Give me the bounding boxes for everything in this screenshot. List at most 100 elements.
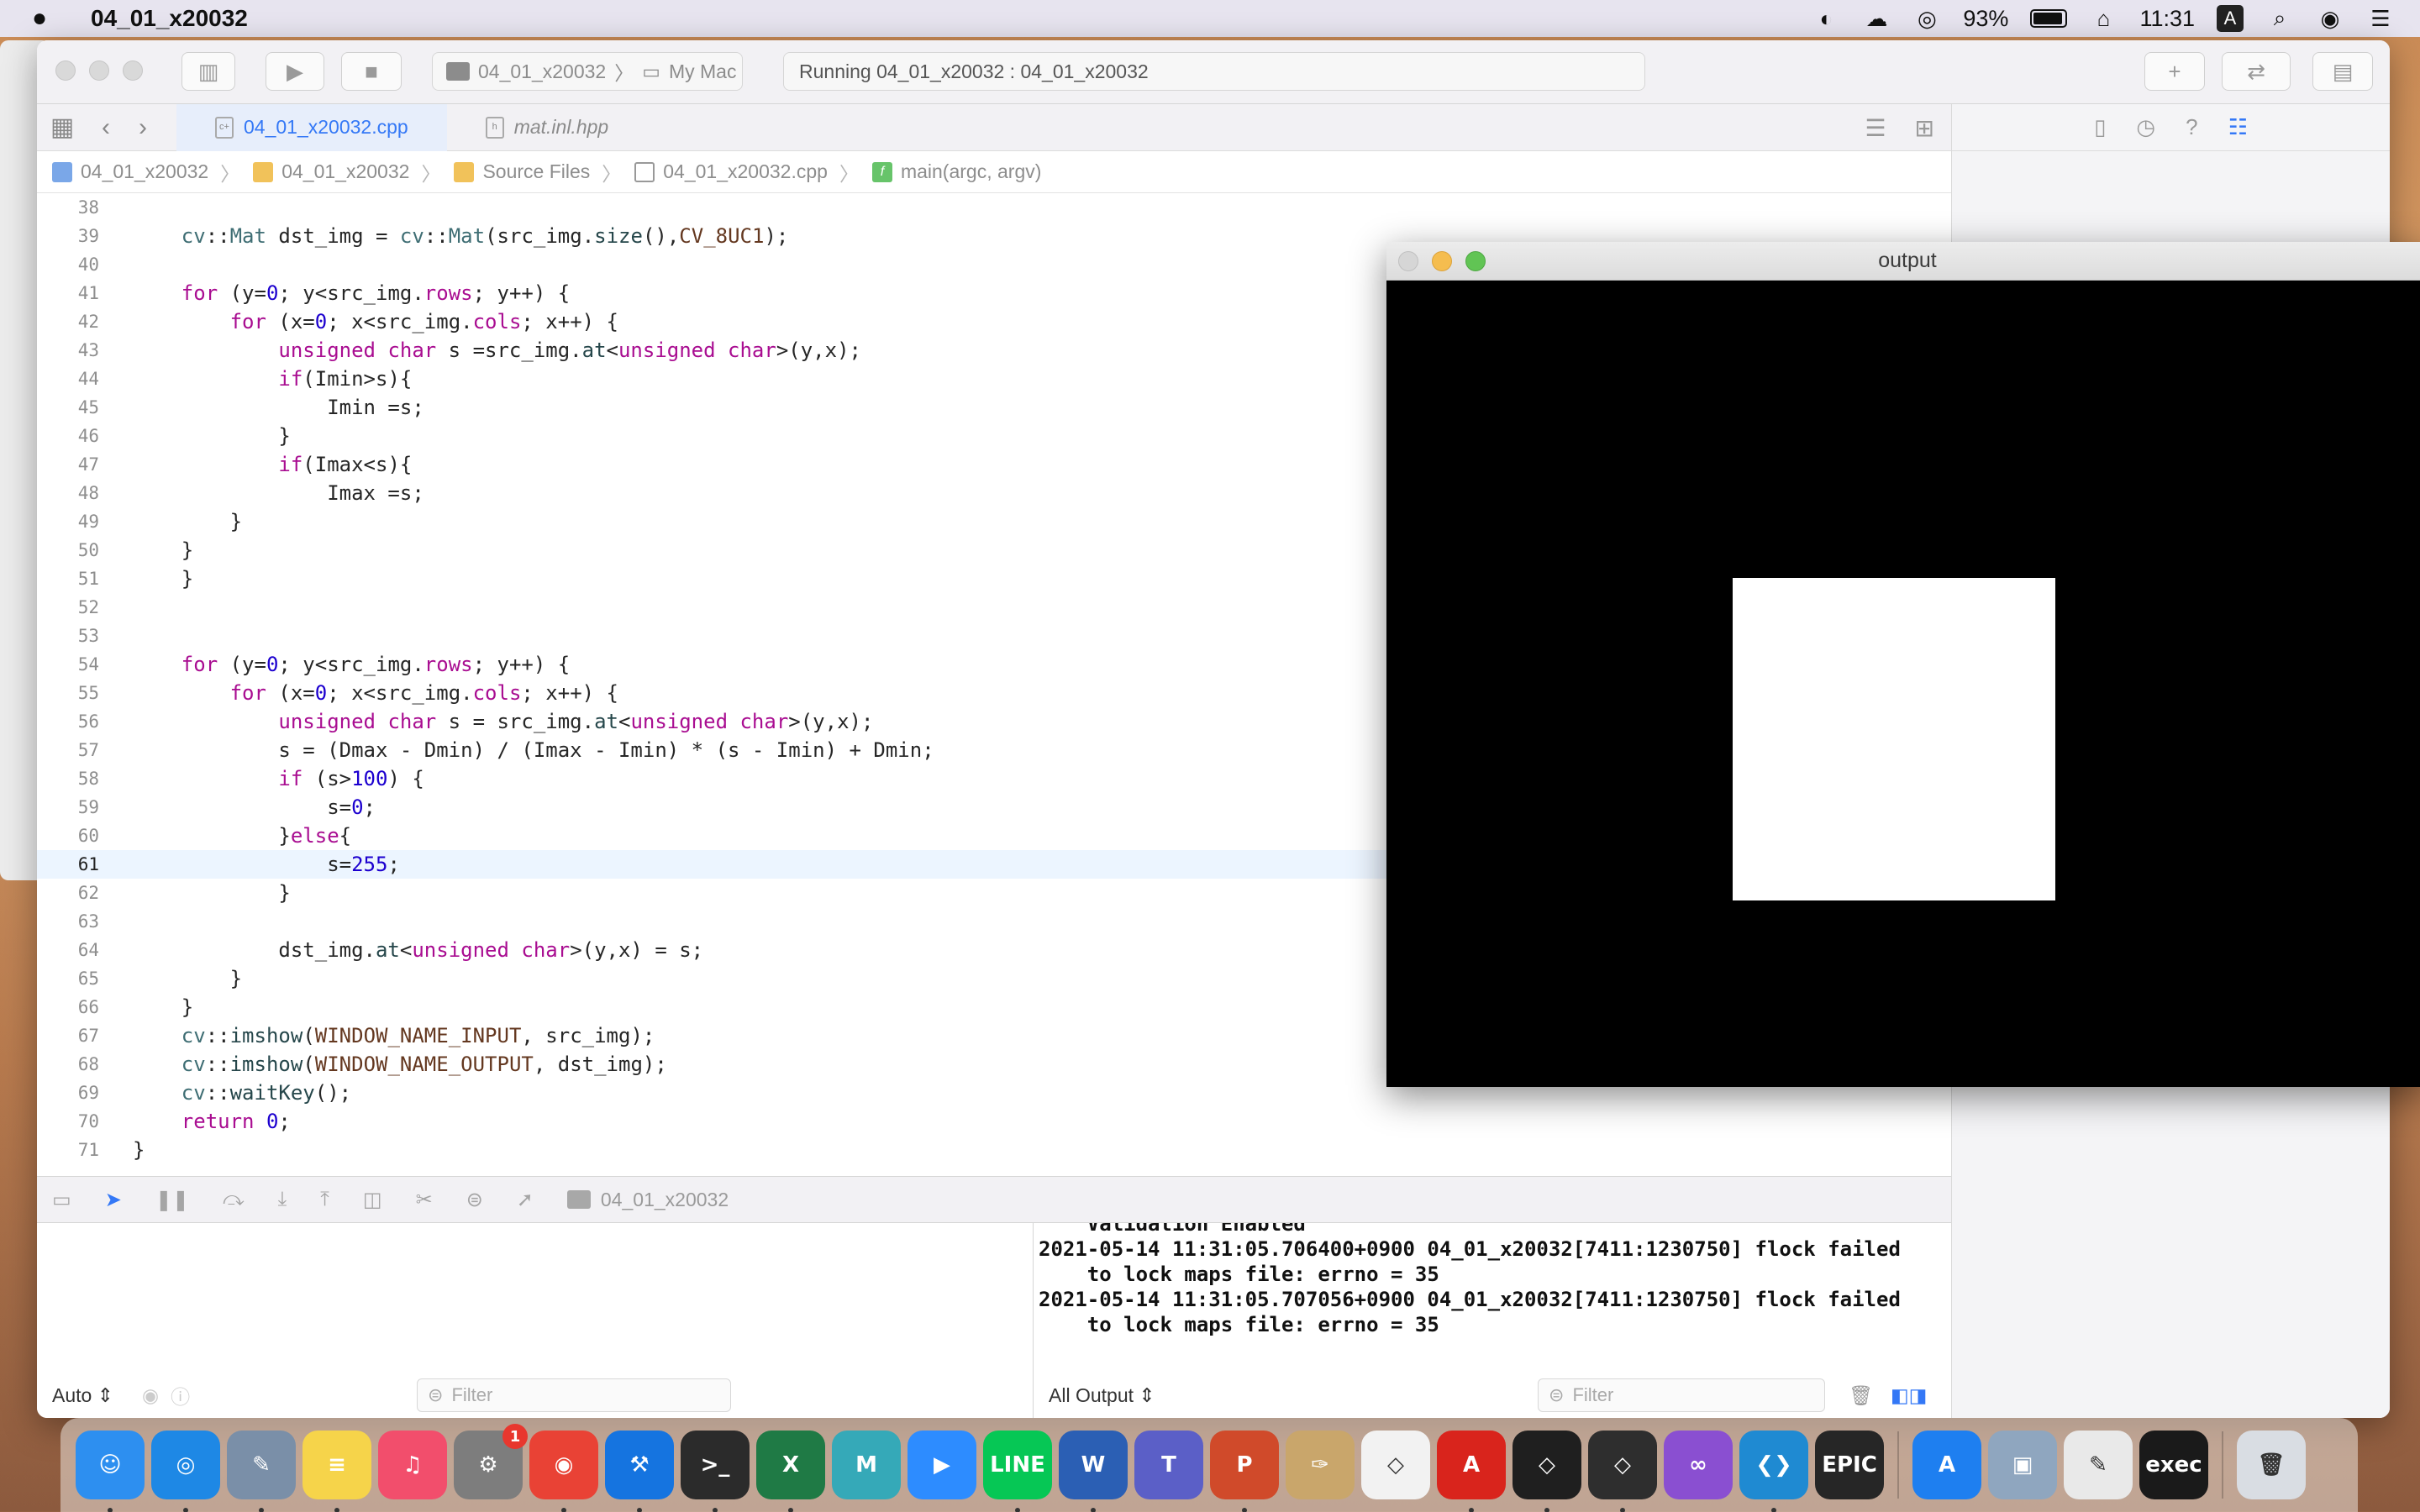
breadcrumb-function[interactable]: f main(argc, argv): [871, 160, 1041, 183]
line-number[interactable]: 42: [37, 307, 99, 336]
tab-mat-inl-hpp[interactable]: h mat.inl.hpp: [447, 104, 648, 151]
step-out-icon[interactable]: ⤒: [320, 1188, 329, 1211]
line-number[interactable]: 51: [37, 564, 99, 593]
history-inspector-icon[interactable]: ◷: [2136, 114, 2155, 140]
console-view[interactable]: Validation Enabled 2021-05-14 11:31:05.7…: [1034, 1223, 1951, 1418]
scheme-selector[interactable]: 04_01_x20032 〉 ▭ My Mac: [432, 52, 743, 91]
clock[interactable]: 11:31: [2139, 6, 2195, 32]
breadcrumb-file[interactable]: 04_01_x20032.cpp 〉: [634, 158, 862, 186]
line-number[interactable]: 47: [37, 450, 99, 479]
code-review-button[interactable]: ⇄: [2222, 52, 2291, 91]
line-number[interactable]: 54: [37, 650, 99, 679]
line-number[interactable]: 48: [37, 479, 99, 507]
inspector-toggle-button[interactable]: ▤: [2312, 52, 2373, 91]
app-store-icon[interactable]: A: [1912, 1431, 1981, 1499]
line-number[interactable]: 66: [37, 993, 99, 1021]
info-icon[interactable]: ⓘ: [171, 1381, 190, 1410]
step-over-icon[interactable]: ⤼: [223, 1188, 245, 1211]
environment-overrides-icon[interactable]: ⊜: [466, 1188, 483, 1212]
trash-icon[interactable]: 🗑: [2237, 1431, 2306, 1499]
line-number[interactable]: 63: [37, 907, 99, 936]
creative-cloud-icon[interactable]: ☁: [1862, 4, 1891, 33]
line-number[interactable]: 39: [37, 222, 99, 250]
system-preferences-icon[interactable]: ⚙ 1: [454, 1424, 528, 1499]
unity-hub-icon[interactable]: ◇: [1361, 1431, 1430, 1499]
breadcrumb-project[interactable]: 04_01_x20032 〉: [52, 158, 243, 186]
safari-icon[interactable]: ◎: [151, 1431, 220, 1512]
zoom-icon[interactable]: ▶: [908, 1431, 976, 1499]
forward-arrow-icon[interactable]: ›: [124, 113, 161, 142]
run-button[interactable]: ▶: [266, 52, 324, 91]
file-inspector-icon[interactable]: ▯: [2094, 114, 2106, 140]
line-number[interactable]: 50: [37, 536, 99, 564]
trash-icon[interactable]: 🗑: [1849, 1384, 1873, 1407]
line-number[interactable]: 55: [37, 679, 99, 707]
preview-icon[interactable]: ✎: [227, 1431, 296, 1512]
line-number[interactable]: 62: [37, 879, 99, 907]
zoom-button[interactable]: [1465, 251, 1486, 271]
minimize-button[interactable]: [89, 60, 109, 81]
variables-filter[interactable]: ⊜ Filter: [417, 1378, 731, 1412]
line-number[interactable]: 65: [37, 964, 99, 993]
spotlight-search-icon[interactable]: ⌕: [2265, 4, 2294, 33]
line-number[interactable]: 40: [37, 250, 99, 279]
line-number[interactable]: 59: [37, 793, 99, 822]
unity-2-icon[interactable]: ◇: [1588, 1431, 1657, 1512]
line-number[interactable]: 57: [37, 736, 99, 764]
word-icon[interactable]: W: [1059, 1431, 1128, 1512]
line-number[interactable]: 64: [37, 936, 99, 964]
input-source-icon[interactable]: A: [2217, 5, 2244, 32]
line-number[interactable]: 53: [37, 622, 99, 650]
line-number[interactable]: 67: [37, 1021, 99, 1050]
line-number[interactable]: 43: [37, 336, 99, 365]
xcode-icon[interactable]: ⚒: [605, 1431, 674, 1512]
line-number[interactable]: 46: [37, 422, 99, 450]
line-number[interactable]: 44: [37, 365, 99, 393]
textedit-icon[interactable]: ✎: [2064, 1431, 2133, 1499]
line-number[interactable]: 70: [37, 1107, 99, 1136]
simulate-location-icon[interactable]: ➚: [517, 1188, 534, 1212]
powerpoint-icon[interactable]: P: [1210, 1431, 1279, 1512]
split-editor-icon[interactable]: ⊞: [1915, 114, 1934, 142]
minimize-button[interactable]: [1432, 251, 1452, 271]
norton-icon[interactable]: ◐: [1812, 4, 1840, 33]
variables-scope-selector[interactable]: Auto ⇕: [52, 1384, 113, 1407]
finder-icon[interactable]: ☺: [76, 1431, 145, 1512]
output-mode-selector[interactable]: All Output ⇕: [1049, 1384, 1155, 1407]
tab-04_01_x20032-cpp[interactable]: c+ 04_01_x20032.cpp: [176, 103, 447, 151]
teams-icon[interactable]: T: [1134, 1431, 1203, 1499]
chrome-icon[interactable]: ◉: [529, 1431, 598, 1512]
line-number[interactable]: 38: [37, 193, 99, 222]
maya-icon[interactable]: M: [832, 1431, 901, 1499]
related-items-icon[interactable]: ▦: [37, 113, 87, 142]
breakpoints-toggle-icon[interactable]: ➤: [105, 1188, 122, 1212]
breadcrumb-group[interactable]: 04_01_x20032 〉: [253, 158, 444, 186]
line-icon[interactable]: LINE: [983, 1431, 1052, 1512]
line-number[interactable]: 56: [37, 707, 99, 736]
code-line[interactable]: 38: [37, 193, 1951, 222]
visual-studio-icon[interactable]: ∞: [1664, 1431, 1733, 1499]
siri-icon[interactable]: ◉: [2316, 4, 2344, 33]
battery-icon[interactable]: [2030, 9, 2068, 28]
eye-icon[interactable]: ◉: [142, 1384, 159, 1407]
excel-icon[interactable]: X: [756, 1431, 825, 1512]
editor-options-icon[interactable]: ☰: [1865, 114, 1886, 142]
close-button[interactable]: [1398, 251, 1418, 271]
image-capture-icon[interactable]: ▣: [1988, 1431, 2057, 1499]
script-editor-icon[interactable]: ✑: [1286, 1431, 1355, 1499]
zoom-button[interactable]: [123, 60, 143, 81]
code-line[interactable]: 70 return 0;: [37, 1107, 1951, 1136]
quick-help-icon[interactable]: ?: [2186, 114, 2197, 140]
line-number[interactable]: 41: [37, 279, 99, 307]
output-titlebar[interactable]: output: [1386, 242, 2420, 281]
split-console-icon[interactable]: ◧◨: [1891, 1384, 1927, 1407]
vscode-icon[interactable]: ❮❯: [1739, 1431, 1808, 1512]
music-icon[interactable]: ♫: [378, 1431, 447, 1499]
step-into-icon[interactable]: ⤓: [278, 1188, 287, 1211]
line-number[interactable]: 69: [37, 1079, 99, 1107]
line-number[interactable]: 58: [37, 764, 99, 793]
close-button[interactable]: [55, 60, 76, 81]
apple-menu-icon[interactable]: ●: [32, 4, 74, 33]
epic-games-icon[interactable]: EPIC: [1815, 1431, 1884, 1499]
navigator-toggle-button[interactable]: ▥: [182, 52, 235, 91]
